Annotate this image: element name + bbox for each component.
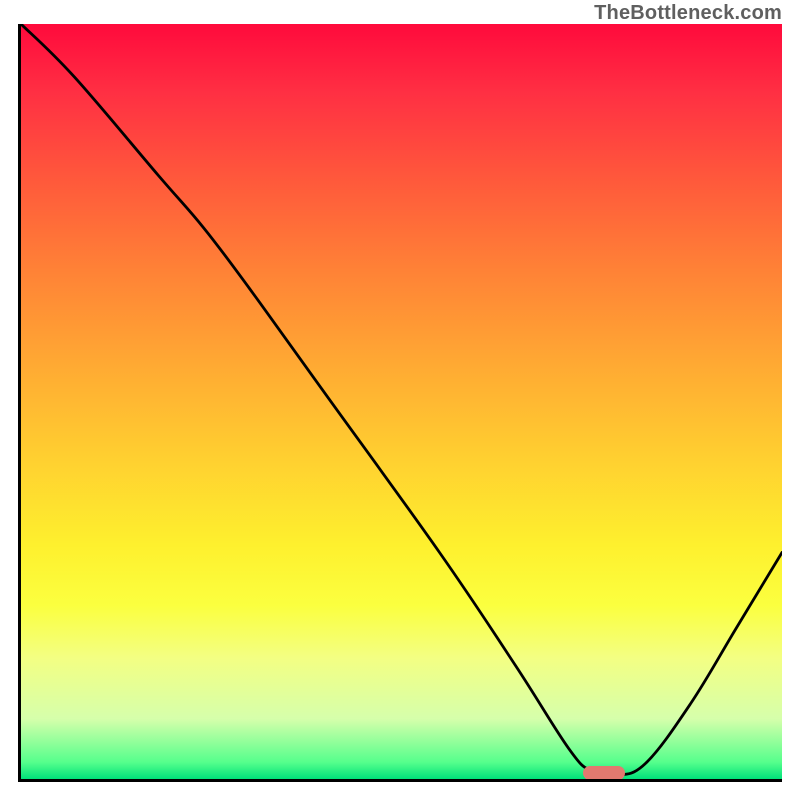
selected-range-marker xyxy=(583,766,625,780)
chart-canvas: TheBottleneck.com xyxy=(0,0,800,800)
curve-layer xyxy=(21,24,782,779)
bottleneck-curve xyxy=(21,24,782,776)
plot-area xyxy=(18,24,782,782)
attribution-text: TheBottleneck.com xyxy=(594,2,782,25)
